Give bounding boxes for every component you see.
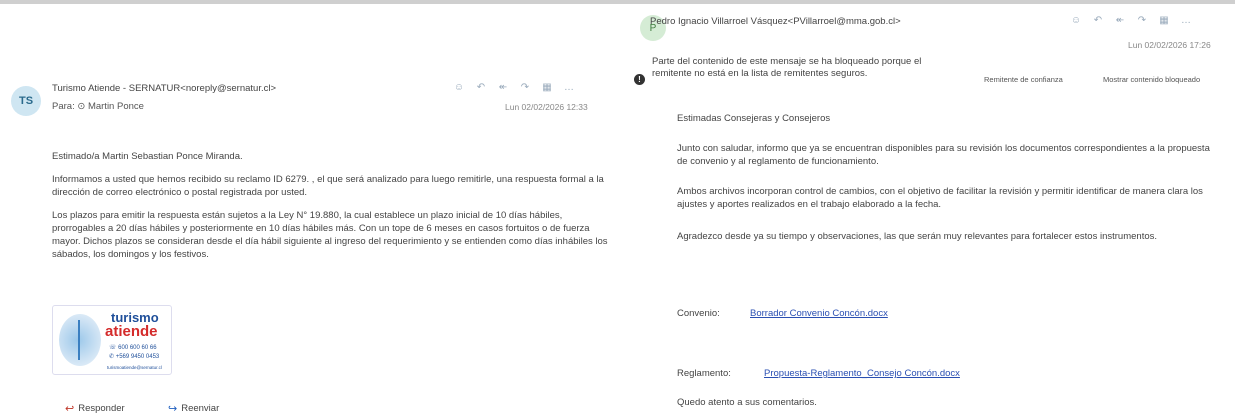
reply-icon[interactable]: ↶: [475, 82, 487, 93]
logo-mobile: ✆ +569 9450 0453: [109, 354, 160, 360]
show-blocked-content-link[interactable]: Mostrar contenido bloqueado: [1103, 75, 1200, 84]
forward-button[interactable]: ↪ Reenviar: [168, 402, 219, 415]
left-email-pane: TS Turismo Atiende - SERNATUR<noreply@se…: [0, 0, 620, 418]
logo-word-atiende: atiende: [105, 323, 158, 340]
forward-arrow-icon: ↪: [168, 403, 178, 415]
reglamento-attachment-link[interactable]: Propuesta-Reglamento_Consejo Concón.docx: [764, 368, 960, 379]
body-paragraph: Junto con saludar, informo que ya se enc…: [677, 143, 1210, 167]
message-date-right: Lun 02/02/2026 17:26: [1128, 40, 1211, 50]
reglamento-label: Reglamento:: [677, 368, 731, 379]
reply-all-icon[interactable]: ↞: [1114, 15, 1126, 26]
body-paragraph: Los plazos para emitir la respuesta está…: [52, 210, 608, 260]
message-actions: ☺ ↶ ↞ ↷ ▦ …: [453, 82, 575, 93]
sender-name-right[interactable]: Pedro Ignacio Villarroel Vásquez<PVillar…: [650, 16, 901, 27]
smile-icon[interactable]: ☺: [453, 82, 465, 93]
convenio-label: Convenio:: [677, 308, 720, 319]
info-icon: !: [634, 74, 645, 85]
greeting-right: Estimadas Consejeras y Consejeros: [677, 113, 831, 124]
recipient-line: Para: ⊙ Martin Ponce: [52, 101, 144, 112]
reply-arrow-icon: ↩: [65, 403, 75, 415]
reply-all-icon[interactable]: ↞: [497, 82, 509, 93]
reply-label: Responder: [78, 403, 125, 414]
logo-emblem: [59, 314, 101, 366]
message-body: Estimado/a Martin Sebastian Ponce Mirand…: [52, 150, 612, 271]
more-icon[interactable]: …: [1180, 15, 1192, 26]
logo-email: turismoatiende@sernatur.cl: [107, 365, 162, 370]
turismo-atiende-logo: turismo atiende ☏ 600 600 60 66 ✆ +569 9…: [52, 305, 172, 375]
sender-name[interactable]: Turismo Atiende - SERNATUR<noreply@serna…: [52, 83, 276, 94]
forward-icon[interactable]: ↷: [1136, 15, 1148, 26]
apps-icon[interactable]: ▦: [1158, 15, 1170, 26]
reply-icon[interactable]: ↶: [1092, 15, 1104, 26]
sender-avatar[interactable]: TS: [11, 86, 41, 116]
reply-button[interactable]: ↩ Responder: [65, 402, 125, 415]
body-paragraph: Ambos archivos incorporan control de cam…: [677, 186, 1203, 210]
more-icon[interactable]: …: [563, 82, 575, 93]
convenio-attachment-link[interactable]: Borrador Convenio Concón.docx: [750, 308, 888, 319]
smile-icon[interactable]: ☺: [1070, 15, 1082, 26]
closing-line: Quedo atento a sus comentarios.: [677, 397, 817, 408]
blocked-content-notice: Parte del contenido de este mensaje se h…: [652, 56, 922, 79]
body-paragraph: Informamos a usted que hemos recibido su…: [52, 174, 604, 198]
forward-label: Reenviar: [181, 403, 220, 414]
message-actions-right: ☺ ↶ ↞ ↷ ▦ …: [1070, 15, 1192, 26]
trusted-sender-link[interactable]: Remitente de confianza: [984, 75, 1063, 84]
forward-icon[interactable]: ↷: [519, 82, 531, 93]
body-paragraph: Agradezco desde ya su tiempo y observaci…: [677, 231, 1158, 242]
apps-icon[interactable]: ▦: [541, 82, 553, 93]
logo-phone: ☏ 600 600 60 66: [109, 345, 157, 351]
greeting: Estimado/a Martin Sebastian Ponce Mirand…: [52, 151, 243, 162]
message-date: Lun 02/02/2026 12:33: [505, 102, 588, 112]
